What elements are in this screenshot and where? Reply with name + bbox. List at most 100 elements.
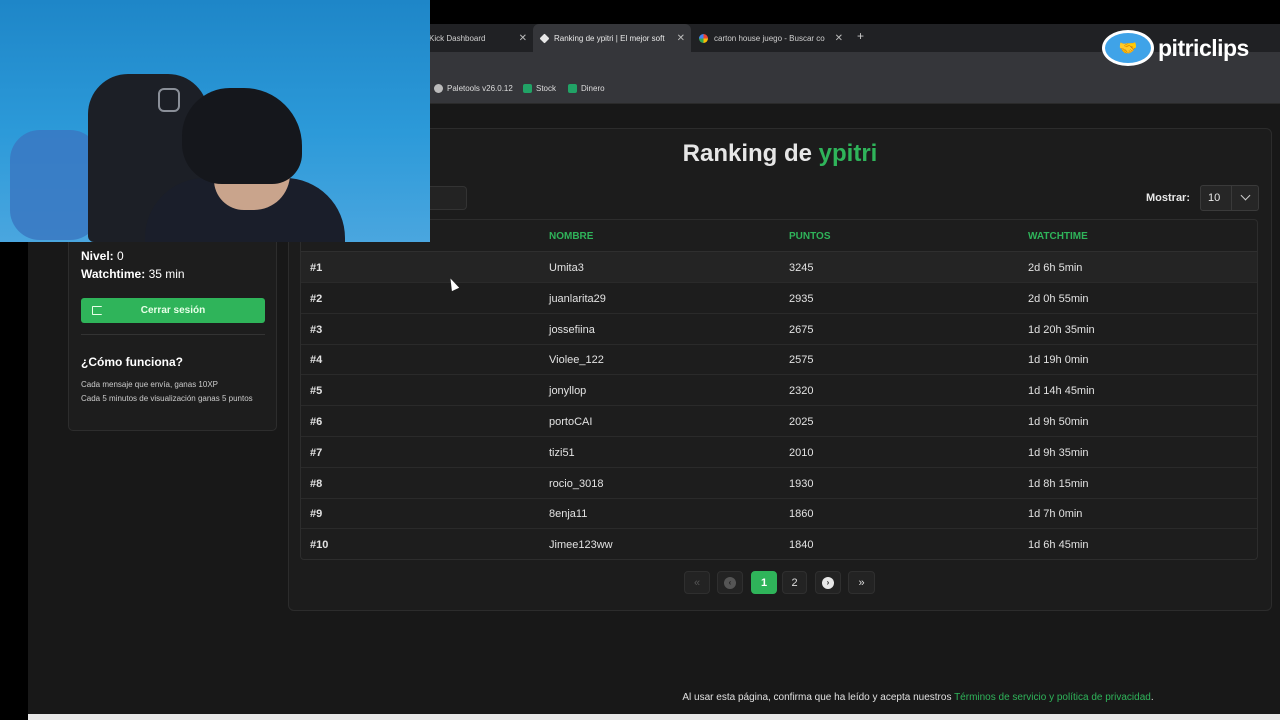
points-cell: 2010 bbox=[789, 446, 814, 459]
table-row[interactable]: #8 rocio_3018 1930 1d 8h 15min bbox=[301, 468, 1257, 499]
title-prefix: Ranking de bbox=[682, 140, 812, 167]
table-row[interactable]: #4 Violee_122 2575 1d 19h 0min bbox=[301, 344, 1257, 376]
prev-page-button[interactable]: ‹ bbox=[717, 571, 743, 594]
watchtime-cell: 1d 20h 35min bbox=[1028, 323, 1095, 336]
logout-button[interactable]: Cerrar sesión bbox=[81, 298, 265, 323]
watchtime-cell: 1d 7h 0min bbox=[1028, 508, 1083, 521]
footer-end: . bbox=[1150, 692, 1154, 703]
watchtime-cell: 1d 6h 45min bbox=[1028, 539, 1089, 552]
table-row[interactable]: #1 Umita3 3245 2d 6h 5min bbox=[301, 252, 1257, 283]
last-page-button[interactable]: » bbox=[848, 571, 875, 594]
chevron-right-icon: › bbox=[822, 576, 834, 589]
footer-terms: Al usar esta página, confirma que ha leí… bbox=[28, 692, 1280, 703]
name-cell: tizi51 bbox=[549, 446, 575, 459]
watchtime-value: 35 min bbox=[148, 267, 185, 281]
chevron-down-icon bbox=[1240, 190, 1251, 201]
level-label: Nivel: bbox=[81, 249, 114, 263]
points-cell: 1840 bbox=[789, 539, 814, 552]
table-row[interactable]: #6 portoCAI 2025 1d 9h 50min bbox=[301, 406, 1257, 437]
rank-cell: #1 bbox=[310, 262, 323, 274]
paletools-icon bbox=[434, 84, 443, 93]
bookmark-dinero[interactable]: Dinero bbox=[568, 84, 605, 93]
name-cell: rocio_3018 bbox=[549, 477, 604, 490]
table-row[interactable]: #10 Jimee123ww 1840 1d 6h 45min bbox=[301, 529, 1257, 559]
tab-kick-dashboard[interactable]: Kick Dashboard ✕ bbox=[421, 24, 533, 52]
new-tab-button[interactable]: + bbox=[857, 29, 864, 43]
close-icon[interactable]: ✕ bbox=[519, 33, 527, 44]
header-watchtime[interactable]: WATCHTIME bbox=[1028, 231, 1088, 242]
bottom-strip bbox=[28, 714, 1280, 720]
chevron-left-icon: ‹ bbox=[724, 576, 736, 589]
rank-cell: #7 bbox=[310, 446, 323, 459]
points-cell: 2675 bbox=[789, 323, 814, 336]
table-row[interactable]: #5 jonyllop 2320 1d 14h 45min bbox=[301, 375, 1257, 407]
table-row[interactable]: #2 juanlarita29 2935 2d 0h 55min bbox=[301, 283, 1257, 314]
points-cell: 3245 bbox=[789, 262, 814, 274]
watchtime-cell: 1d 8h 15min bbox=[1028, 477, 1089, 490]
rank-cell: #4 bbox=[310, 354, 323, 367]
watchtime-cell: 1d 19h 0min bbox=[1028, 354, 1089, 367]
header-nombre[interactable]: NOMBRE bbox=[549, 231, 593, 242]
watchtime-label: Watchtime: bbox=[81, 267, 146, 281]
show-label: Mostrar: bbox=[1146, 192, 1191, 204]
tab-label: carton house juego - Buscar co bbox=[714, 33, 825, 43]
watchtime-cell: 1d 9h 50min bbox=[1028, 416, 1089, 428]
watchtime-cell: 1d 14h 45min bbox=[1028, 385, 1095, 398]
watchtime-cell: 2d 0h 55min bbox=[1028, 292, 1089, 305]
name-cell: 8enja11 bbox=[549, 508, 588, 521]
handshake-icon: 🤝 bbox=[1102, 30, 1154, 66]
rank-cell: #10 bbox=[310, 539, 329, 552]
page-2-button[interactable]: 2 bbox=[782, 571, 807, 594]
table-row[interactable]: #9 8enja11 1860 1d 7h 0min bbox=[301, 498, 1257, 530]
page-size-select[interactable]: 10 bbox=[1200, 185, 1259, 211]
site-icon bbox=[539, 33, 550, 43]
next-page-button[interactable]: › bbox=[815, 571, 841, 594]
bookmark-label: Stock bbox=[536, 84, 557, 93]
page-1-button[interactable]: 1 bbox=[751, 571, 777, 594]
sheets-icon bbox=[568, 84, 577, 93]
table-row[interactable]: #7 tizi51 2010 1d 9h 35min bbox=[301, 437, 1257, 468]
bookmark-label: Paletools v26.0.12 bbox=[447, 84, 513, 93]
name-cell: Violee_122 bbox=[549, 354, 604, 367]
watchtime-line: Watchtime: 35 min bbox=[81, 267, 185, 281]
tab-google-search[interactable]: carton house juego - Buscar co ✕ bbox=[691, 24, 849, 52]
sheets-icon bbox=[523, 84, 532, 93]
terms-link[interactable]: Términos de servicio y política de priva… bbox=[954, 692, 1151, 703]
page-size-value: 10 bbox=[1208, 192, 1221, 204]
footer-text: Al usar esta página, confirma que ha leí… bbox=[682, 692, 952, 703]
tab-ranking[interactable]: Ranking de ypitri | El mejor soft ✕ bbox=[533, 24, 691, 52]
points-cell: 2935 bbox=[789, 292, 814, 305]
webcam-overlay bbox=[0, 0, 430, 242]
table-header: NOMBRE PUNTOS WATCHTIME bbox=[301, 220, 1257, 252]
header-puntos[interactable]: PUNTOS bbox=[789, 231, 831, 242]
table-row[interactable]: #3 jossefiina 2675 1d 20h 35min bbox=[301, 314, 1257, 345]
rank-cell: #8 bbox=[310, 477, 323, 490]
user-sidebar: Nivel: 0 Watchtime: 35 min Cerrar sesión… bbox=[68, 220, 277, 431]
name-cell: jonyllop bbox=[549, 385, 587, 398]
rank-cell: #6 bbox=[310, 416, 323, 428]
logout-label: Cerrar sesión bbox=[140, 305, 206, 316]
title-highlight: ypitri bbox=[818, 140, 878, 167]
first-page-button[interactable]: « bbox=[684, 571, 710, 594]
close-icon[interactable]: ✕ bbox=[677, 33, 685, 44]
divider bbox=[81, 334, 265, 335]
brand-watermark: 🤝 pitriclips bbox=[1102, 30, 1249, 66]
bookmark-label: Dinero bbox=[581, 84, 605, 93]
watchtime-cell: 1d 9h 35min bbox=[1028, 446, 1089, 459]
person-hair bbox=[182, 88, 302, 184]
name-cell: Jimee123ww bbox=[549, 539, 613, 552]
bookmark-paletools[interactable]: Paletools v26.0.12 bbox=[434, 84, 513, 93]
close-icon[interactable]: ✕ bbox=[835, 33, 843, 44]
name-cell: juanlarita29 bbox=[549, 292, 606, 305]
background-object bbox=[10, 130, 100, 240]
tab-label: Ranking de ypitri | El mejor soft bbox=[554, 33, 665, 43]
how-it-works-line: Cada 5 minutos de visualización ganas 5 … bbox=[81, 394, 253, 403]
level-value: 0 bbox=[117, 249, 124, 263]
bookmark-stock[interactable]: Stock bbox=[523, 84, 556, 93]
watchtime-cell: 2d 6h 5min bbox=[1028, 262, 1083, 274]
tab-label: Kick Dashboard bbox=[429, 33, 486, 43]
points-cell: 2320 bbox=[789, 385, 814, 398]
rank-cell: #9 bbox=[310, 508, 323, 521]
points-cell: 2025 bbox=[789, 416, 814, 428]
rank-cell: #2 bbox=[310, 292, 323, 305]
